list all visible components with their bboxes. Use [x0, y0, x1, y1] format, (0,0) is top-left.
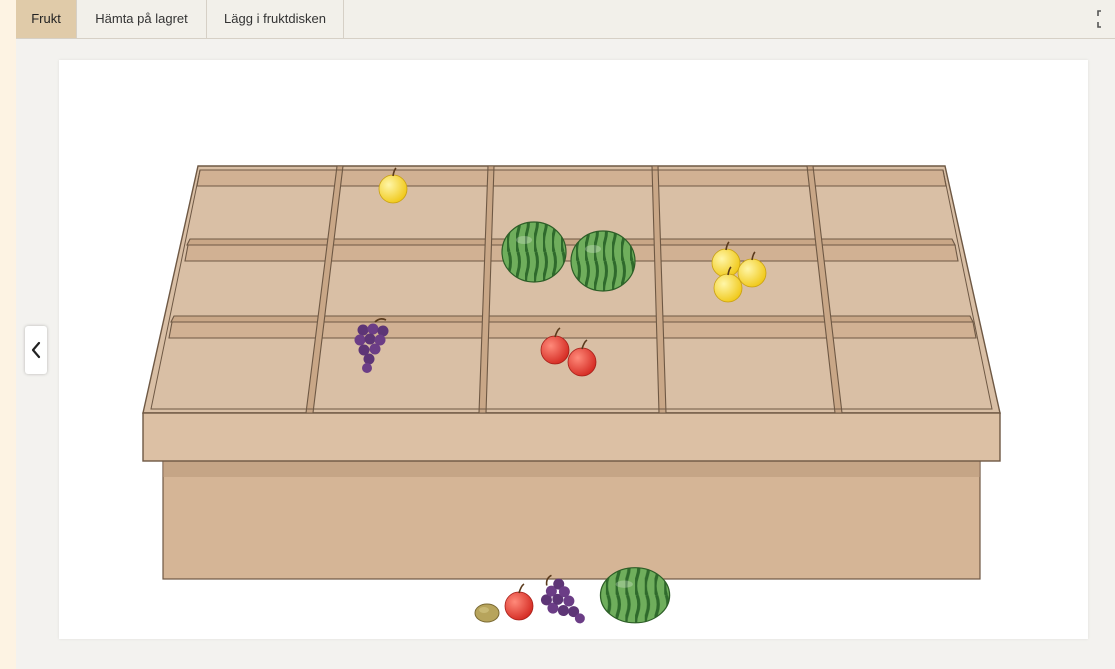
counter-tray	[142, 165, 1001, 414]
grapes[interactable]	[531, 571, 598, 633]
counter-cabinet-shadow	[163, 459, 980, 477]
counter-rim	[142, 412, 1001, 462]
red-apple[interactable]	[504, 583, 534, 621]
fruit-counter-scene	[142, 165, 1001, 633]
watermelon[interactable]	[599, 566, 671, 624]
kiwi[interactable]	[474, 603, 500, 623]
watermelon[interactable]	[501, 221, 567, 283]
watermelon[interactable]	[570, 230, 636, 292]
